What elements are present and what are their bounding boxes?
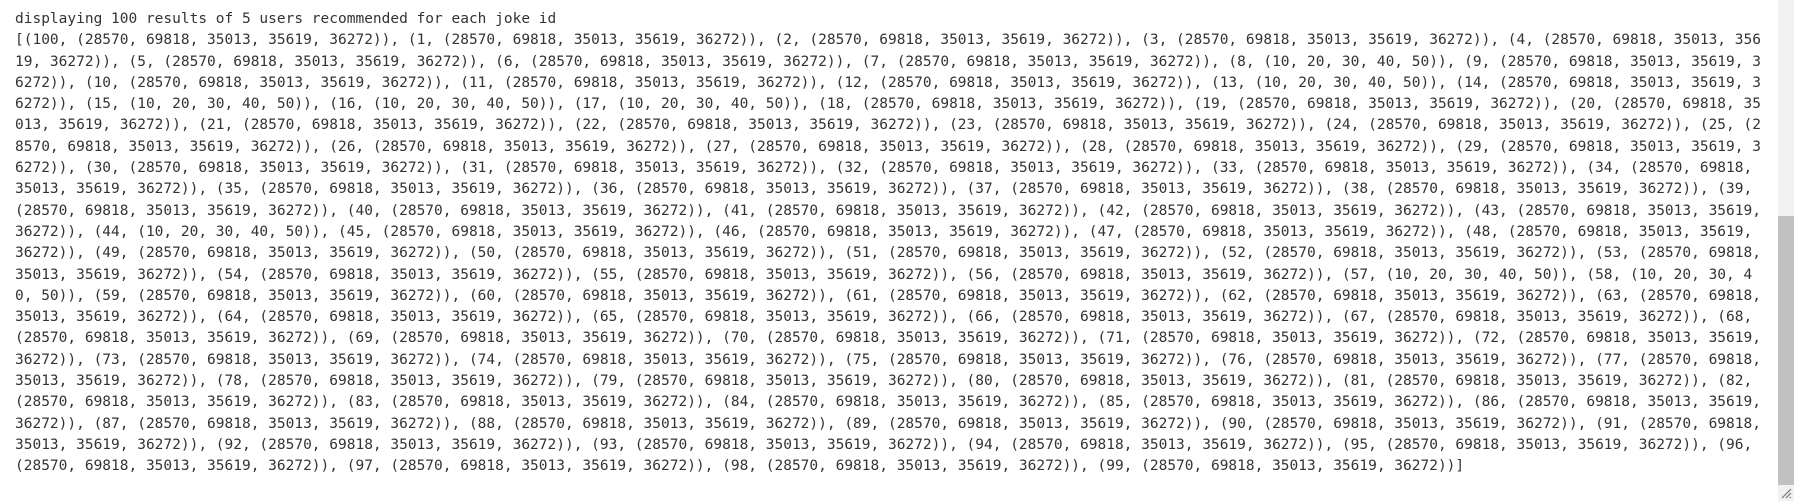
resize-grip-icon[interactable] (1780, 487, 1792, 499)
vertical-scrollbar[interactable] (1778, 0, 1794, 501)
output-header-line: displaying 100 results of 5 users recomm… (15, 11, 557, 27)
output-text: displaying 100 results of 5 users recomm… (15, 9, 1767, 478)
scrollbar-thumb[interactable] (1778, 216, 1794, 485)
cell-output-area: displaying 100 results of 5 users recomm… (0, 0, 1778, 501)
output-result-text: [(100, (28570, 69818, 35013, 35619, 3627… (15, 32, 1770, 475)
